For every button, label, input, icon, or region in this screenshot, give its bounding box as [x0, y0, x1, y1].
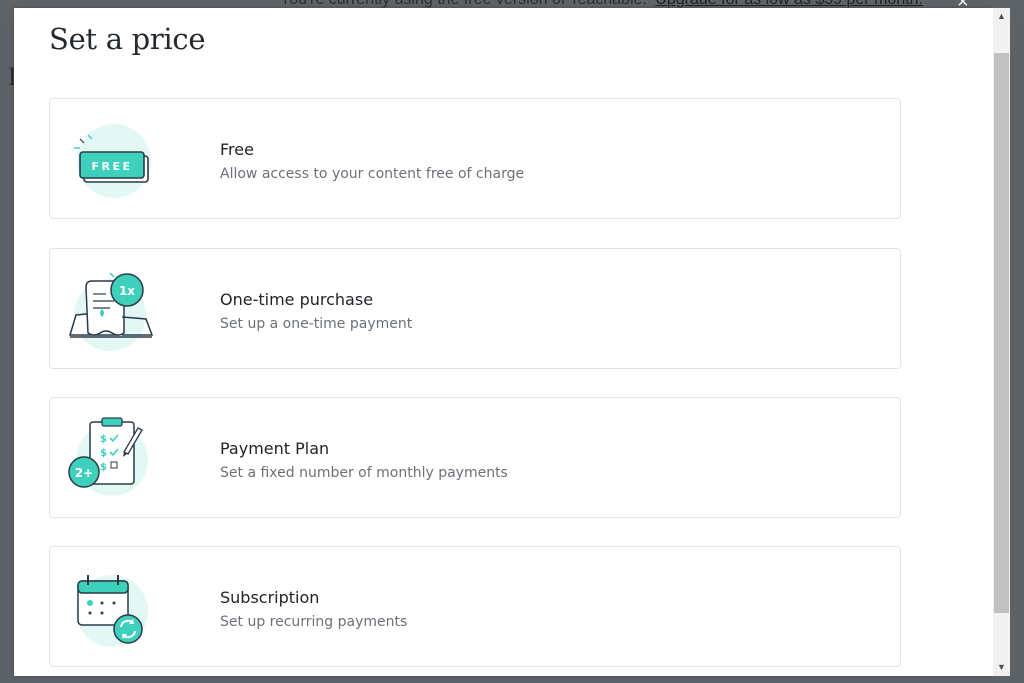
upgrade-link[interactable]: Upgrade for as low as $39 per month.	[655, 0, 923, 8]
banner-text: You're currently using the free version …	[280, 0, 647, 8]
option-title: Free	[220, 140, 254, 159]
modal-title: Set a price	[49, 22, 206, 56]
payment-plan-badge-text: 2+	[75, 466, 93, 480]
scroll-thumb[interactable]	[994, 53, 1009, 613]
option-one-time-purchase[interactable]: 1x One-time purchase Set up a one-time p…	[49, 248, 901, 369]
option-description: Allow access to your content free of cha…	[220, 166, 525, 182]
one-time-badge-text: 1x	[119, 284, 135, 298]
option-description: Set a fixed number of monthly payments	[220, 465, 508, 481]
set-price-modal: Set a price FREE Free Allow access to yo…	[14, 8, 993, 676]
option-description: Set up a one-time payment	[220, 316, 413, 332]
calendar-icon	[66, 565, 156, 649]
option-title: One-time purchase	[220, 290, 374, 309]
svg-text:$: $	[100, 448, 107, 459]
clipboard-icon: $ $ $ 2+	[66, 416, 156, 500]
scroll-up-arrow-icon[interactable]: ▲	[993, 8, 1010, 25]
free-tag-icon: FREE	[66, 117, 156, 201]
option-payment-plan[interactable]: $ $ $ 2+ Payment Plan Set a fixed number…	[49, 397, 901, 518]
svg-text:$: $	[100, 462, 107, 473]
receipt-icon: 1x	[66, 267, 156, 351]
option-title: Payment Plan	[220, 439, 330, 458]
option-free[interactable]: FREE Free Allow access to your content f…	[49, 98, 901, 219]
option-subscription[interactable]: Subscription Set up recurring payments	[49, 546, 901, 667]
option-description: Set up recurring payments	[220, 614, 408, 630]
free-tag-text: FREE	[91, 160, 132, 173]
scroll-down-arrow-icon[interactable]: ▼	[993, 659, 1010, 676]
option-title: Subscription	[220, 588, 320, 607]
modal-scrollbar[interactable]: ▲ ▼	[993, 8, 1010, 676]
svg-text:$: $	[100, 434, 107, 445]
